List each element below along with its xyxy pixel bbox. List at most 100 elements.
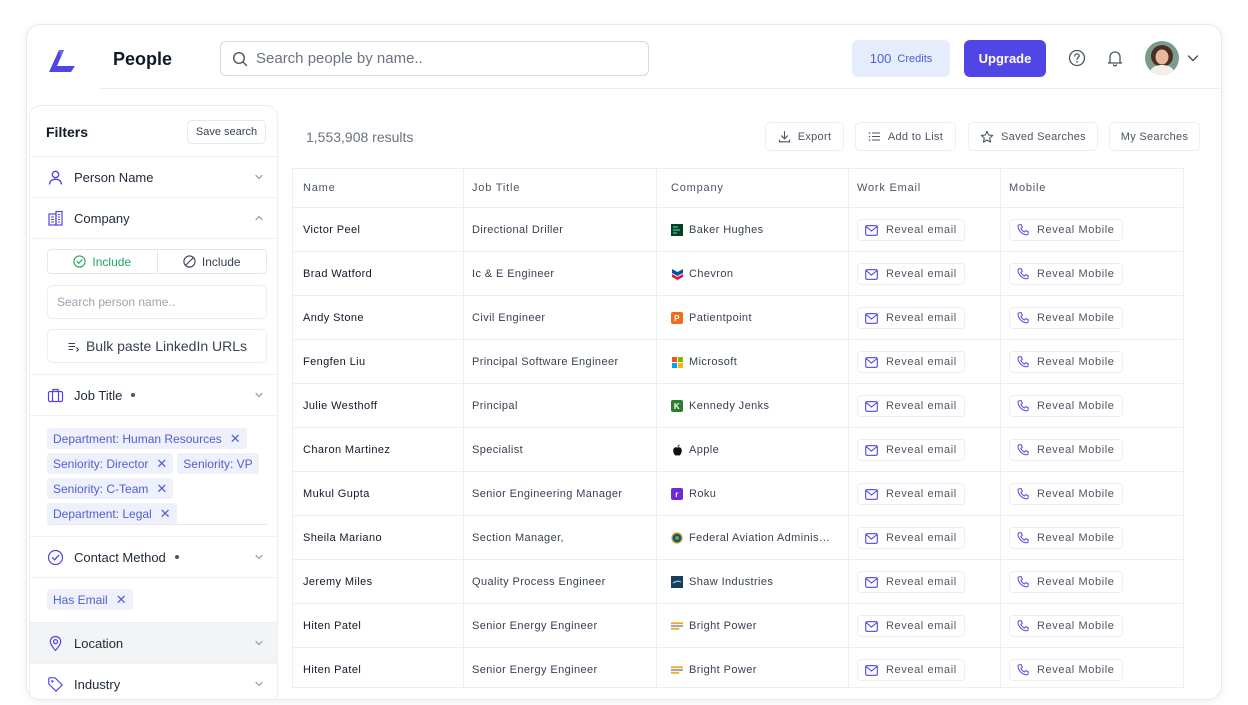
column-header-company[interactable]: Company	[671, 169, 724, 207]
company-cell[interactable]: P Patientpoint	[671, 296, 752, 340]
reveal-email-label: Reveal email	[886, 312, 957, 324]
export-button[interactable]: Export	[765, 122, 844, 151]
help-icon[interactable]	[1068, 49, 1086, 67]
table-row[interactable]: Mukul Gupta Senior Engineering Manager r Ro…	[293, 471, 1183, 516]
reveal-mobile-button[interactable]: Reveal Mobile	[1009, 351, 1123, 373]
reveal-mobile-button[interactable]: Reveal Mobile	[1009, 527, 1123, 549]
reveal-email-button[interactable]: Reveal email	[857, 527, 965, 549]
list-icon	[868, 132, 880, 141]
reveal-email-button[interactable]: Reveal email	[857, 483, 965, 505]
company-cell[interactable]: Chevron	[671, 252, 733, 296]
user-avatar[interactable]	[1145, 41, 1179, 75]
my-searches-button[interactable]: My Searches	[1109, 122, 1200, 151]
reveal-email-label: Reveal email	[886, 664, 957, 676]
reveal-email-button[interactable]: Reveal email	[857, 615, 965, 637]
saved-searches-button[interactable]: Saved Searches	[968, 122, 1098, 151]
search-bar[interactable]	[220, 41, 649, 76]
reveal-email-button[interactable]: Reveal email	[857, 307, 965, 329]
reveal-mobile-button[interactable]: Reveal Mobile	[1009, 219, 1123, 241]
company-cell[interactable]: Bright Power	[671, 648, 757, 687]
person-name[interactable]: Fengfen Liu	[303, 340, 366, 384]
table-row[interactable]: Hiten Patel Senior Energy Engineer Bright …	[293, 647, 1183, 687]
chevron-down-icon[interactable]	[1186, 51, 1200, 65]
person-name[interactable]: Victor Peel	[303, 208, 360, 252]
filter-location[interactable]: Location	[30, 622, 277, 663]
table-row[interactable]: Charon Martinez Specialist Apple Reveal ema…	[293, 427, 1183, 472]
reveal-mobile-button[interactable]: Reveal Mobile	[1009, 571, 1123, 593]
close-icon[interactable]: ✕	[116, 593, 127, 606]
person-name[interactable]: Hiten Patel	[303, 604, 361, 648]
exclude-button[interactable]: Include	[158, 250, 267, 273]
table-row[interactable]: Victor Peel Directional Driller Baker Hugh…	[293, 207, 1183, 252]
person-name[interactable]: Jeremy Miles	[303, 560, 373, 604]
company-search-input[interactable]	[47, 285, 267, 319]
credits-badge[interactable]: 100 Credits	[852, 40, 950, 77]
add-to-list-button[interactable]: Add to List	[855, 122, 956, 151]
my-searches-label: My Searches	[1120, 130, 1189, 143]
company-cell[interactable]: K Kennedy Jenks	[671, 384, 769, 428]
column-header-work-email[interactable]: Work Email	[857, 169, 921, 207]
include-button[interactable]: Include	[48, 250, 158, 273]
upgrade-button[interactable]: Upgrade	[964, 40, 1046, 77]
company-cell[interactable]: r Roku	[671, 472, 716, 516]
job-title: Principal	[472, 400, 518, 412]
filter-company[interactable]: Company	[30, 197, 277, 238]
reveal-email-button[interactable]: Reveal email	[857, 659, 965, 681]
reveal-mobile-button[interactable]: Reveal Mobile	[1009, 439, 1123, 461]
filter-label: Contact Method	[74, 549, 166, 565]
person-name[interactable]: Andy Stone	[303, 296, 364, 340]
reveal-mobile-button[interactable]: Reveal Mobile	[1009, 615, 1123, 637]
person-name[interactable]: Hiten Patel	[303, 648, 361, 687]
table-row[interactable]: Fengfen Liu Principal Software Engineer Mi…	[293, 339, 1183, 384]
filter-person-name[interactable]: Person Name	[30, 156, 277, 197]
app-window: People 100 Credits Upgrade Filters S	[26, 24, 1222, 700]
reveal-mobile-button[interactable]: Reveal Mobile	[1009, 307, 1123, 329]
search-input[interactable]	[256, 50, 636, 67]
reveal-email-button[interactable]: Reveal email	[857, 263, 965, 285]
column-header-job-title[interactable]: Job Title	[472, 169, 520, 207]
reveal-mobile-label: Reveal Mobile	[1037, 620, 1115, 632]
table-row[interactable]: Julie Westhoff Principal K Kennedy Jenks Rev…	[293, 383, 1183, 428]
reveal-email-button[interactable]: Reveal email	[857, 219, 965, 241]
filter-job-title[interactable]: Job Title	[30, 374, 277, 415]
column-header-mobile[interactable]: Mobile	[1009, 169, 1046, 207]
person-name[interactable]: Sheila Mariano	[303, 516, 382, 560]
company-cell[interactable]: Microsoft	[671, 340, 737, 384]
filter-contact-method[interactable]: Contact Method	[30, 536, 277, 577]
table-row[interactable]: Sheila Mariano Section Manager, Federal Av…	[293, 515, 1183, 560]
close-icon[interactable]: ✕	[160, 507, 171, 520]
close-icon[interactable]: ✕	[156, 482, 167, 495]
reveal-email-button[interactable]: Reveal email	[857, 571, 965, 593]
reveal-mobile-button[interactable]: Reveal Mobile	[1009, 395, 1123, 417]
reveal-email-button[interactable]: Reveal email	[857, 439, 965, 461]
person-name[interactable]: Charon Martinez	[303, 428, 390, 472]
chevron-down-icon	[255, 681, 263, 687]
app-logo[interactable]	[45, 42, 79, 76]
company-cell[interactable]: Federal Aviation Administration	[671, 516, 831, 560]
column-header-name[interactable]: Name	[303, 169, 336, 207]
table-row[interactable]: Jeremy Miles Quality Process Engineer Shaw…	[293, 559, 1183, 604]
company-cell[interactable]: Shaw Industries	[671, 560, 773, 604]
table-row[interactable]: Brad Watford Ic & E Engineer Chevron Reveal…	[293, 251, 1183, 296]
person-name[interactable]: Mukul Gupta	[303, 472, 370, 516]
person-name[interactable]: Brad Watford	[303, 252, 372, 296]
company-cell[interactable]: Apple	[671, 428, 719, 472]
close-icon[interactable]: ✕	[156, 457, 167, 470]
company-cell[interactable]: Baker Hughes	[671, 208, 764, 252]
table-row[interactable]: Hiten Patel Senior Energy Engineer Bright …	[293, 603, 1183, 648]
save-search-button[interactable]: Save search	[187, 120, 266, 144]
reveal-email-button[interactable]: Reveal email	[857, 351, 965, 373]
table-row[interactable]: Andy Stone Civil Engineer P Patientpoint Rev…	[293, 295, 1183, 340]
filter-industry[interactable]: Industry	[30, 663, 277, 699]
job-title: Senior Engineering Manager	[472, 488, 623, 500]
building-icon	[48, 210, 63, 226]
reveal-mobile-button[interactable]: Reveal Mobile	[1009, 263, 1123, 285]
reveal-mobile-button[interactable]: Reveal Mobile	[1009, 483, 1123, 505]
person-name[interactable]: Julie Westhoff	[303, 384, 377, 428]
reveal-mobile-button[interactable]: Reveal Mobile	[1009, 659, 1123, 681]
bell-icon[interactable]	[1106, 49, 1124, 67]
company-cell[interactable]: Bright Power	[671, 604, 757, 648]
reveal-email-button[interactable]: Reveal email	[857, 395, 965, 417]
bulk-paste-button[interactable]: Bulk paste LinkedIn URLs	[47, 329, 267, 363]
close-icon[interactable]: ✕	[230, 432, 241, 445]
